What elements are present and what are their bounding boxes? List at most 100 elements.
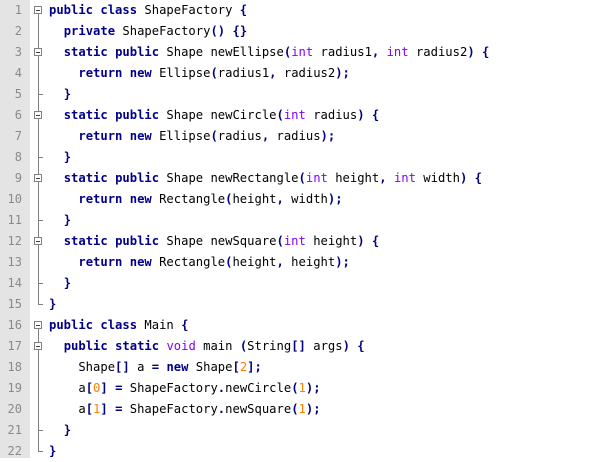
code-token: width (415, 171, 460, 185)
code-line[interactable]: 12 static public Shape newSquare(int hei… (0, 231, 591, 252)
code-line[interactable]: 4 return new Ellipse(radius1, radius2); (0, 63, 591, 84)
code-token: a (49, 402, 86, 416)
code-line[interactable]: 8 } (0, 147, 591, 168)
code-text[interactable]: } (49, 84, 71, 105)
line-number: 1 (14, 3, 22, 17)
code-line[interactable]: 19 a[0] = ShapeFactory.newCircle(1); (0, 378, 591, 399)
code-token: { (371, 108, 380, 122)
code-token: Shape newEllipse (159, 45, 284, 59)
code-text[interactable]: } (49, 147, 71, 168)
code-line[interactable]: 22} (0, 441, 591, 462)
code-text[interactable]: static public Shape newCircle(int radius… (49, 105, 380, 126)
code-line[interactable]: 21 } (0, 420, 591, 441)
code-text[interactable]: a[1] = ShapeFactory.newSquare(1); (49, 399, 320, 420)
code-token: } (49, 444, 57, 458)
code-token: ShapeFactory (137, 3, 240, 17)
code-text[interactable]: } (49, 273, 71, 294)
code-text[interactable]: static public Shape newRectangle(int hei… (49, 168, 482, 189)
code-text[interactable]: static public Shape newSquare(int height… (49, 231, 380, 252)
code-token: ); (335, 255, 350, 269)
code-text[interactable]: return new Ellipse(radius, radius); (49, 126, 335, 147)
code-line[interactable]: 6 static public Shape newCircle(int radi… (0, 105, 591, 126)
code-text[interactable]: return new Rectangle(height, height); (49, 252, 350, 273)
code-token: static (63, 171, 108, 185)
code-token: static (63, 108, 108, 122)
fold-guide-line (38, 245, 39, 283)
line-number: 7 (14, 129, 22, 143)
code-token: Shape newSquare (159, 234, 277, 248)
code-token: return (78, 192, 123, 206)
code-line[interactable]: 10 return new Rectangle(height, width); (0, 189, 591, 210)
code-line[interactable]: 1 public class ShapeFactory { (0, 0, 591, 21)
line-number: 16 (7, 318, 22, 332)
code-text[interactable]: } (49, 210, 71, 231)
code-line[interactable]: 15} (0, 294, 591, 315)
code-line[interactable]: 13 return new Rectangle(height, height); (0, 252, 591, 273)
code-token: static (63, 45, 108, 59)
code-token: String (247, 339, 292, 353)
code-token: int (386, 45, 409, 59)
code-token: ]; (247, 360, 262, 374)
code-line[interactable]: 18 Shape[] a = new Shape[2]; (0, 357, 591, 378)
code-text[interactable]: public class ShapeFactory { (49, 0, 247, 21)
code-line[interactable]: 17 public static void main (String[] arg… (0, 336, 591, 357)
code-line[interactable]: 5 } (0, 84, 591, 105)
code-token: [ (85, 381, 94, 395)
fold-toggle-icon[interactable] (34, 174, 42, 182)
code-text[interactable]: } (49, 294, 56, 315)
code-text[interactable]: static public Shape newEllipse(int radiu… (49, 42, 490, 63)
code-line[interactable]: 2 private ShapeFactory() {} (0, 21, 591, 42)
fold-toggle-icon[interactable] (34, 342, 42, 350)
code-text[interactable]: Shape[] a = new Shape[2]; (49, 357, 262, 378)
code-token: new (129, 192, 152, 206)
code-token: class (100, 3, 138, 17)
code-text[interactable]: return new Rectangle(height, width); (49, 189, 342, 210)
code-token: height (232, 255, 277, 269)
fold-end-marker (38, 430, 43, 431)
code-line[interactable]: 11 } (0, 210, 591, 231)
code-text[interactable]: } (49, 441, 56, 462)
code-token: ) (357, 108, 365, 122)
code-text[interactable]: private ShapeFactory() {} (49, 21, 247, 42)
code-text[interactable]: public class Main { (49, 315, 188, 336)
code-token: [ (85, 402, 94, 416)
line-number: 5 (14, 87, 22, 101)
fold-toggle-icon[interactable] (34, 237, 42, 245)
line-number: 4 (14, 66, 22, 80)
code-line[interactable]: 3 static public Shape newEllipse(int rad… (0, 42, 591, 63)
code-token: int (283, 234, 306, 248)
code-token: public (63, 339, 108, 353)
code-token: { (371, 234, 380, 248)
line-number: 18 (7, 360, 22, 374)
code-text[interactable]: } (49, 420, 71, 441)
code-text[interactable]: return new Ellipse(radius1, radius2); (49, 63, 350, 84)
line-number: 15 (7, 297, 22, 311)
code-text[interactable]: public static void main (String[] args) … (49, 336, 365, 357)
code-line[interactable]: 20 a[1] = ShapeFactory.newSquare(1); (0, 399, 591, 420)
code-token: } (49, 297, 57, 311)
code-text[interactable]: a[0] = ShapeFactory.newCircle(1); (49, 378, 320, 399)
line-number: 13 (7, 255, 22, 269)
fold-end-marker (38, 220, 43, 221)
code-line[interactable]: 14 } (0, 273, 591, 294)
code-editor[interactable]: 1 public class ShapeFactory {2 private Sh… (0, 0, 591, 458)
fold-toggle-icon[interactable] (34, 111, 42, 119)
code-token: ShapeFactory (122, 402, 218, 416)
code-token: { (474, 171, 483, 185)
code-token: new (166, 360, 189, 374)
fold-toggle-icon[interactable] (34, 6, 42, 14)
fold-toggle-icon[interactable] (34, 48, 42, 56)
line-number: 8 (14, 150, 22, 164)
code-line[interactable]: 9 static public Shape newRectangle(int h… (0, 168, 591, 189)
code-line[interactable]: 7 return new Ellipse(radius, radius); (0, 126, 591, 147)
code-line[interactable]: 16 public class Main { (0, 315, 591, 336)
fold-toggle-icon[interactable] (34, 321, 42, 329)
